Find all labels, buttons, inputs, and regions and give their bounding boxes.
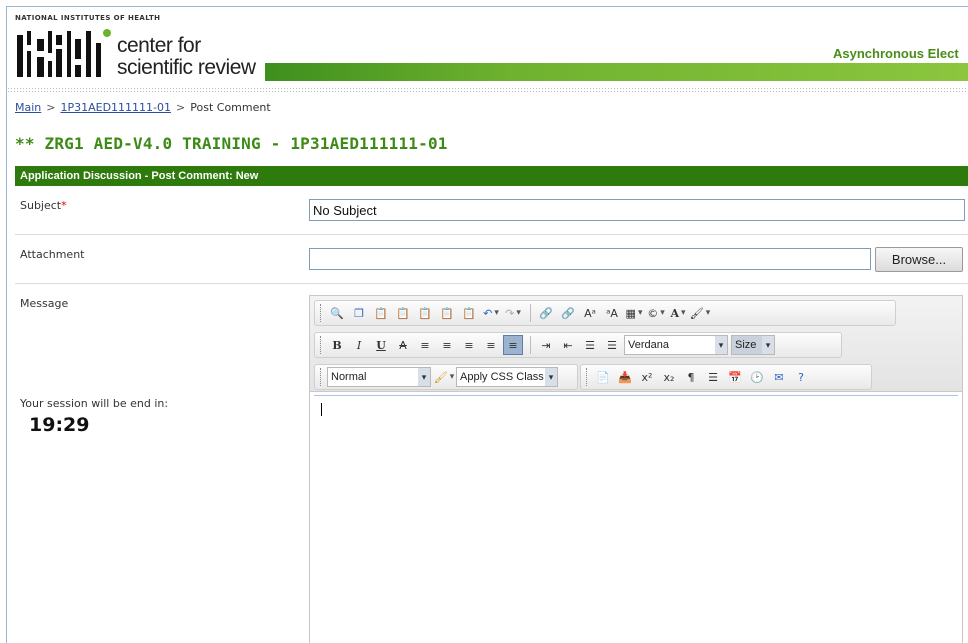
- message-text-area[interactable]: [314, 395, 958, 643]
- toolbar-grip[interactable]: [320, 336, 323, 354]
- spellcheck-icon[interactable]: ✉: [769, 367, 789, 387]
- paragraph-list-icon[interactable]: ☰: [703, 367, 723, 387]
- back-color-icon[interactable]: 🖌: [690, 303, 710, 323]
- css-class-select[interactable]: Apply CSS Class: [456, 367, 558, 387]
- text-cursor: [321, 403, 322, 416]
- breadcrumb: Main >1P31AED111111-01 > Post Comment: [15, 101, 271, 114]
- insert-paragraph-icon[interactable]: ¶: [681, 367, 701, 387]
- superscript-icon[interactable]: x²: [637, 367, 657, 387]
- attachment-input[interactable]: [309, 248, 871, 270]
- strikethrough-icon[interactable]: A: [393, 335, 413, 355]
- align-center-icon[interactable]: ≡: [437, 335, 457, 355]
- bullet-list-icon[interactable]: ☰: [602, 335, 622, 355]
- font-size-select[interactable]: Size: [731, 335, 775, 355]
- logo-text: center for scientific review: [117, 35, 256, 79]
- toolbar-grip[interactable]: [320, 304, 323, 322]
- help-icon[interactable]: ?: [791, 367, 811, 387]
- logo-line2: scientific review: [117, 56, 256, 79]
- editor-toolbar-area: 🔍 ❐ 📋 📋 📋 📋 📋 ↶ ↷ 🔗 🔗 Aᵃ ᵃA ▦ © A 🖌: [310, 296, 962, 392]
- browse-button[interactable]: Browse...: [875, 247, 963, 272]
- insert-image-icon[interactable]: 📄: [593, 367, 613, 387]
- unlink-icon[interactable]: 🔗: [558, 303, 578, 323]
- toolbar-separator: [530, 304, 531, 322]
- toolbar-row-2: B I U A ≡ ≡ ≡ ≡ ≡ ⇥ ⇤ ☰ ☰ Verdana Size: [314, 332, 842, 358]
- justify-icon[interactable]: ≡: [481, 335, 501, 355]
- symbol-icon[interactable]: ©: [646, 303, 666, 323]
- logo-line1: center for: [117, 34, 201, 57]
- paste-icon[interactable]: 📋: [371, 303, 391, 323]
- italic-icon[interactable]: I: [349, 335, 369, 355]
- justify-none-icon[interactable]: ≡: [503, 335, 523, 355]
- redo-icon[interactable]: ↷: [503, 303, 523, 323]
- message-editor: 🔍 ❐ 📋 📋 📋 📋 📋 ↶ ↷ 🔗 🔗 Aᵃ ᵃA ▦ © A 🖌: [309, 295, 963, 643]
- align-left-icon[interactable]: ≡: [415, 335, 435, 355]
- hyperlink-icon[interactable]: 🔗: [536, 303, 556, 323]
- paste-word-icon[interactable]: 📋: [415, 303, 435, 323]
- paragraph-format-select[interactable]: Normal: [327, 367, 431, 387]
- font-name-select[interactable]: Verdana: [624, 335, 728, 355]
- superscript-a-icon[interactable]: Aᵃ: [580, 303, 600, 323]
- breadcrumb-separator: >: [176, 101, 186, 114]
- toolbar-row-3a: Normal 🖌 Apply CSS Class: [314, 364, 578, 390]
- find-icon[interactable]: 🔍: [327, 303, 347, 323]
- table-icon[interactable]: ▦: [624, 303, 644, 323]
- nih-label: NATIONAL INSTITUTES OF HEALTH: [15, 14, 161, 22]
- breadcrumb-main-link[interactable]: Main: [15, 101, 41, 114]
- indent-icon[interactable]: ⇥: [536, 335, 556, 355]
- app-title: Asynchronous Elect: [833, 46, 959, 61]
- session-timer: 19:29: [29, 414, 90, 436]
- numbered-list-icon[interactable]: ☰: [580, 335, 600, 355]
- underline-icon[interactable]: U: [371, 335, 391, 355]
- subscript-icon[interactable]: x₂: [659, 367, 679, 387]
- toolbar-row-3b: 📄 📥 x² x₂ ¶ ☰ 📅 🕑 ✉ ?: [580, 364, 872, 390]
- font-color-icon[interactable]: A: [668, 303, 688, 323]
- breadcrumb-application-link[interactable]: 1P31AED111111-01: [60, 101, 171, 114]
- paste-html-icon[interactable]: 📋: [437, 303, 457, 323]
- paste-plain-icon[interactable]: 📋: [459, 303, 479, 323]
- subject-input[interactable]: [309, 199, 965, 221]
- page-frame: NATIONAL INSTITUTES OF HEALTH center for…: [6, 6, 968, 643]
- breadcrumb-current: Post Comment: [190, 101, 271, 114]
- required-marker: *: [61, 199, 67, 212]
- subject-label: Subject*: [20, 199, 67, 212]
- toolbar-separator: [530, 336, 531, 354]
- toolbar-grip[interactable]: [586, 368, 589, 386]
- session-label: Your session will be end in:: [20, 397, 169, 410]
- header-green-bar: [265, 63, 968, 81]
- attachment-label: Attachment: [20, 248, 85, 261]
- message-label: Message: [20, 297, 69, 310]
- subscript-a-icon[interactable]: ᵃA: [602, 303, 622, 323]
- format-brush-icon[interactable]: 🖌: [434, 367, 454, 387]
- toolbar-row-1: 🔍 ❐ 📋 📋 📋 📋 📋 ↶ ↷ 🔗 🔗 Aᵃ ᵃA ▦ © A 🖌: [314, 300, 896, 326]
- undo-icon[interactable]: ↶: [481, 303, 501, 323]
- breadcrumb-separator: >: [46, 101, 56, 114]
- outdent-icon[interactable]: ⇤: [558, 335, 578, 355]
- page-title: ** ZRG1 AED-V4.0 TRAINING - 1P31AED11111…: [15, 134, 448, 153]
- header-divider: [7, 87, 968, 93]
- toolbar-grip[interactable]: [320, 368, 323, 386]
- section-header: Application Discussion - Post Comment: N…: [15, 166, 968, 186]
- paste-text-icon[interactable]: 📋: [393, 303, 413, 323]
- csr-logo-icon: [17, 29, 111, 77]
- bold-icon[interactable]: B: [327, 335, 347, 355]
- insert-time-icon[interactable]: 🕑: [747, 367, 767, 387]
- copy-icon[interactable]: ❐: [349, 303, 369, 323]
- insert-media-icon[interactable]: 📥: [615, 367, 635, 387]
- align-right-icon[interactable]: ≡: [459, 335, 479, 355]
- insert-date-icon[interactable]: 📅: [725, 367, 745, 387]
- subject-label-text: Subject: [20, 199, 62, 212]
